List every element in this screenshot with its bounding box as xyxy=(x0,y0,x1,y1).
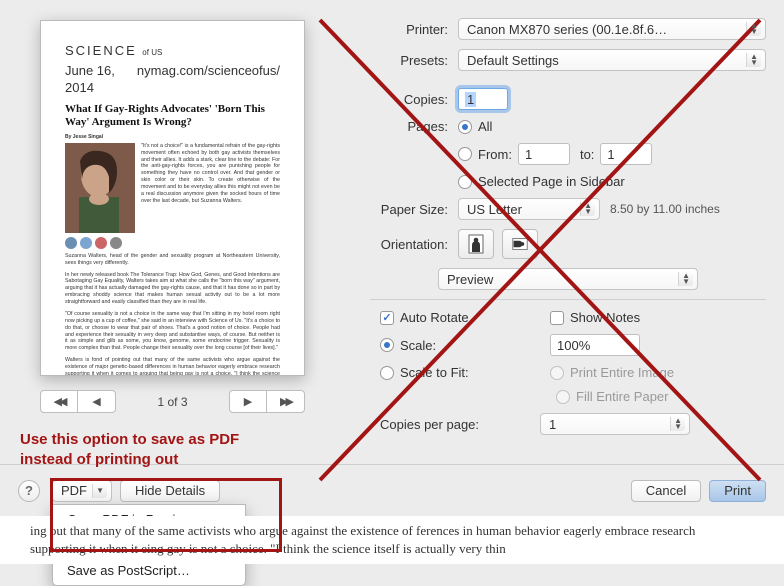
cancel-button[interactable]: Cancel xyxy=(631,480,701,502)
article-p2: Suzanna Walters, head of the gender and … xyxy=(65,253,280,267)
scale-label: Scale: xyxy=(400,338,550,353)
presets-label: Presets: xyxy=(370,53,458,68)
papersize-select[interactable]: US Letter▲▼ xyxy=(458,198,600,220)
last-page-button[interactable]: ▶▶ xyxy=(267,390,305,413)
article-p5: Walters is fond of pointing out that man… xyxy=(65,357,280,376)
page-thumbnail: SCIENCE of US June 16, 2014nymag.com/sci… xyxy=(40,20,305,376)
shownotes-label: Show Notes xyxy=(570,310,640,325)
share-icons xyxy=(65,237,280,249)
print-options: Printer: Canon MX870 series (00.1e.8f.6…… xyxy=(370,18,766,444)
pages-all-label: All xyxy=(478,119,492,134)
portrait-button[interactable] xyxy=(458,229,494,259)
copies-input[interactable]: 1 xyxy=(458,88,508,110)
prev-page-button[interactable]: ◀ xyxy=(78,390,116,413)
printentire-radio[interactable] xyxy=(550,366,564,380)
pages-label: Pages: xyxy=(370,119,458,134)
article-date: June 16, 2014 xyxy=(65,63,137,97)
article-p3: In her newly released book The Tolerance… xyxy=(65,272,280,306)
presets-select[interactable]: Default Settings▲▼ xyxy=(458,49,766,71)
paper-dimensions: 8.50 by 11.00 inches xyxy=(610,202,720,216)
copiesperpage-label: Copies per page: xyxy=(380,417,540,432)
masthead: SCIENCE xyxy=(65,43,137,58)
article-source: nymag.com/scienceofus/ xyxy=(137,63,280,97)
article-photo xyxy=(65,143,135,233)
printer-label: Printer: xyxy=(370,22,458,37)
papersize-label: Paper Size: xyxy=(370,202,458,217)
next-page-button[interactable]: ▶ xyxy=(229,390,267,413)
scale-input[interactable]: 100% xyxy=(550,334,640,356)
copiesperpage-select[interactable]: 1▲▼ xyxy=(540,413,690,435)
page-indicator: 1 of 3 xyxy=(157,395,187,409)
scaletofit-label: Scale to Fit: xyxy=(400,365,550,380)
autorotate-label: Auto Rotate xyxy=(400,310,550,325)
first-page-button[interactable]: ◀◀ xyxy=(40,390,78,413)
help-button[interactable]: ? xyxy=(18,480,40,502)
orientation-label: Orientation: xyxy=(370,237,458,252)
fillpaper-label: Fill Entire Paper xyxy=(576,389,668,404)
autorotate-checkbox[interactable] xyxy=(380,311,394,325)
from-input[interactable]: 1 xyxy=(518,143,570,165)
printer-select[interactable]: Canon MX870 series (00.1e.8f.6…▲▼ xyxy=(458,18,766,40)
printentire-label: Print Entire Image xyxy=(570,365,674,380)
pages-from-radio[interactable] xyxy=(458,147,472,161)
from-label: From: xyxy=(478,147,512,162)
divider xyxy=(370,299,766,300)
annotation-text: Use this option to save as PDF instead o… xyxy=(20,430,250,471)
article-byline: By Jesse Singal xyxy=(65,134,280,141)
copies-label: Copies: xyxy=(370,92,458,107)
shownotes-checkbox[interactable] xyxy=(550,311,564,325)
article-headline: What If Gay-Rights Advocates' 'Born This… xyxy=(65,103,280,128)
to-input[interactable]: 1 xyxy=(600,143,652,165)
pages-all-radio[interactable] xyxy=(458,120,472,134)
selected-label: Selected Page in Sidebar xyxy=(478,174,625,189)
page-navigator: ◀◀ ◀ 1 of 3 ▶ ▶▶ xyxy=(40,390,305,413)
section-select[interactable]: Preview▲▼ xyxy=(438,268,698,290)
annotation-box xyxy=(50,478,282,552)
to-label: to: xyxy=(580,147,594,162)
scale-radio[interactable] xyxy=(380,338,394,352)
article-p4: "Of course sexuality is not a choice in … xyxy=(65,311,280,352)
landscape-button[interactable] xyxy=(502,229,538,259)
masthead-sub: of US xyxy=(142,48,162,57)
scaletofit-radio[interactable] xyxy=(380,366,394,380)
preview-column: SCIENCE of US June 16, 2014nymag.com/sci… xyxy=(40,20,320,413)
print-button[interactable]: Print xyxy=(709,480,766,502)
fillpaper-radio[interactable] xyxy=(556,390,570,404)
pages-selected-radio[interactable] xyxy=(458,175,472,189)
